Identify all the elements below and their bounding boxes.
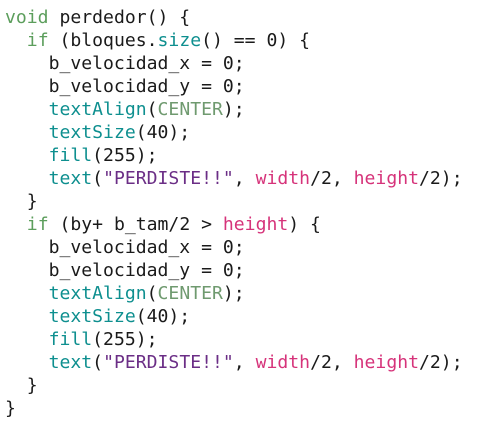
code-token-plain: () == 0) { [201, 30, 311, 51]
code-token-plain: /2); [419, 352, 463, 373]
code-token-plain: (40); [135, 122, 191, 143]
code-token-func: textAlign [48, 99, 147, 120]
code-line: } [5, 374, 486, 397]
code-line: if (by+ b_tam/2 > height) { [5, 213, 486, 236]
code-token-var: height [222, 214, 289, 235]
code-token-func: size [157, 30, 202, 51]
code-token-keyword: if [26, 214, 49, 235]
code-token-plain: , [233, 352, 256, 373]
code-line: } [5, 190, 486, 213]
code-line: fill(255); [5, 328, 486, 351]
code-token-var: width [255, 168, 311, 189]
code-token-var: height [353, 352, 420, 373]
code-token-plain: } [5, 398, 16, 419]
code-token-var: width [255, 352, 311, 373]
code-token-plain: ); [222, 283, 245, 304]
code-token-const: CENTER [157, 99, 223, 120]
code-token-plain: ( [92, 352, 104, 373]
code-token-plain: /2, [310, 168, 354, 189]
code-token-plain: b_velocidad_y = 0; [5, 260, 245, 281]
code-token-plain: ); [222, 99, 245, 120]
code-line: fill(255); [5, 144, 486, 167]
code-token-keyword: void [5, 7, 49, 28]
code-token-plain: b_velocidad_y = 0; [5, 76, 245, 97]
code-token-string: "PERDISTE!!" [103, 168, 234, 189]
code-token-plain: (by+ b_tam/2 > [48, 214, 223, 235]
code-token-func: fill [48, 145, 93, 166]
code-token-plain: (bloques. [48, 30, 158, 51]
code-token-plain: /2); [419, 168, 463, 189]
code-token-func: textSize [48, 122, 136, 143]
code-token-string: "PERDISTE!!" [103, 352, 234, 373]
code-token-plain: ( [146, 283, 158, 304]
code-editor[interactable]: void perdedor() { if (bloques.size() == … [5, 6, 486, 420]
code-token-plain: b_velocidad_x = 0; [5, 237, 245, 258]
code-token-plain: /2, [310, 352, 354, 373]
code-line: textAlign(CENTER); [5, 282, 486, 305]
code-token-plain: } [5, 375, 38, 396]
code-token-keyword: if [26, 30, 49, 51]
code-line: textSize(40); [5, 305, 486, 328]
code-line: b_velocidad_y = 0; [5, 75, 486, 98]
code-token-func: textSize [48, 306, 136, 327]
code-line: } [5, 397, 486, 420]
code-line: void perdedor() { [5, 6, 486, 29]
code-line: b_velocidad_x = 0; [5, 236, 486, 259]
code-token-plain: (40); [135, 306, 191, 327]
code-token-plain: perdedor() { [48, 7, 191, 28]
code-token-const: CENTER [157, 283, 223, 304]
code-token-func: fill [48, 329, 93, 350]
code-token-plain: (255); [92, 145, 158, 166]
code-line: if (bloques.size() == 0) { [5, 29, 486, 52]
code-token-func: textAlign [48, 283, 147, 304]
code-token-plain: } [5, 191, 38, 212]
code-line: textAlign(CENTER); [5, 98, 486, 121]
code-token-plain: , [233, 168, 256, 189]
code-token-plain: ( [146, 99, 158, 120]
code-token-var: height [353, 168, 420, 189]
code-line: text("PERDISTE!!", width/2, height/2); [5, 167, 486, 190]
code-token-func: text [48, 352, 93, 373]
code-token-func: text [48, 168, 93, 189]
code-line: b_velocidad_x = 0; [5, 52, 486, 75]
code-token-plain: b_velocidad_x = 0; [5, 53, 245, 74]
code-token-plain: (255); [92, 329, 158, 350]
code-token-plain: ) { [288, 214, 321, 235]
code-line: b_velocidad_y = 0; [5, 259, 486, 282]
code-line: text("PERDISTE!!", width/2, height/2); [5, 351, 486, 374]
code-token-plain: ( [92, 168, 104, 189]
code-line: textSize(40); [5, 121, 486, 144]
